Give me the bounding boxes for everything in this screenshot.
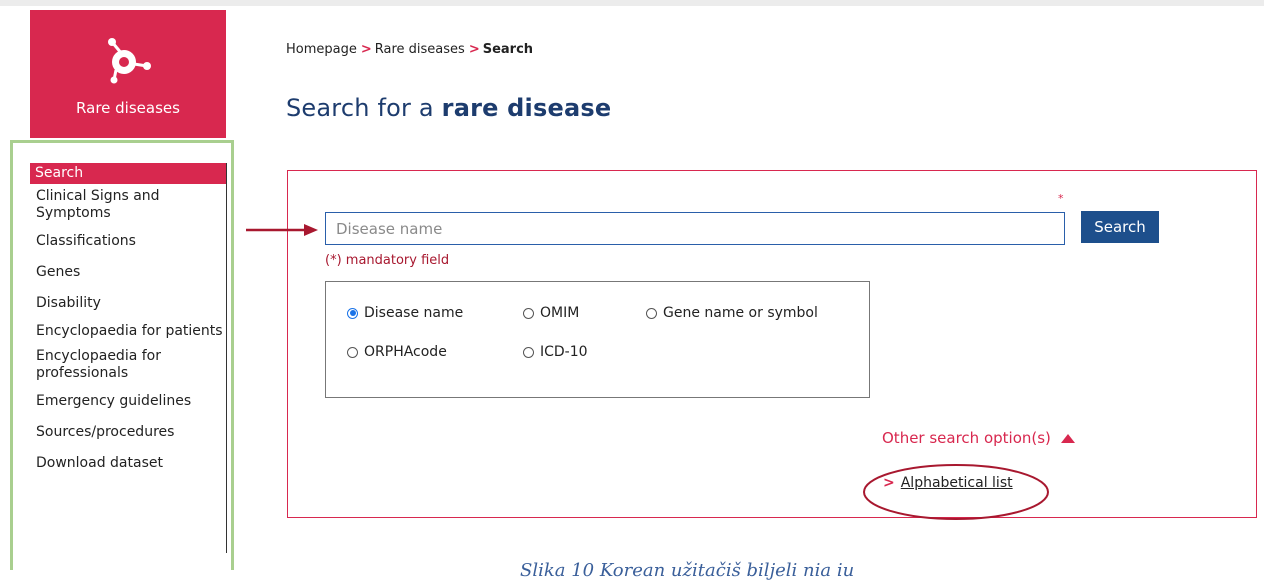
annotation-ellipse	[863, 464, 1049, 520]
sidebar-item-disability[interactable]: Disability	[30, 288, 226, 319]
rare-diseases-logo[interactable]: Rare diseases	[30, 10, 226, 138]
radio-icd10[interactable]: ICD-10	[523, 344, 588, 360]
radio-label: Disease name	[364, 305, 464, 321]
annotation-arrow-icon	[246, 224, 318, 236]
mandatory-field-note: (*) mandatory field	[325, 253, 450, 268]
search-type-options	[325, 281, 870, 398]
breadcrumb-current: Search	[482, 42, 534, 57]
sidebar-item-emergency-guidelines[interactable]: Emergency guidelines	[30, 386, 226, 417]
radio-disease-name[interactable]: Disease name	[347, 305, 463, 321]
radio-gene-name[interactable]: Gene name or symbol	[646, 305, 818, 321]
radio-omim[interactable]: OMIM	[523, 305, 579, 321]
other-search-options-label: Other search option(s)	[882, 429, 1051, 447]
chevron-right-icon: >	[883, 475, 895, 491]
radio-selected-icon	[347, 307, 358, 319]
required-marker: *	[1058, 192, 1064, 205]
logo-label: Rare diseases	[76, 99, 180, 117]
breadcrumb-rare-diseases[interactable]: Rare diseases	[375, 42, 465, 57]
sidebar-item-classifications[interactable]: Classifications	[30, 226, 226, 257]
sidebar-item-clinical-signs[interactable]: Clinical Signs and Symptoms	[30, 184, 226, 226]
radio-label: ICD-10	[540, 344, 588, 360]
radio-label: Gene name or symbol	[663, 305, 818, 321]
breadcrumb-separator: >	[360, 42, 372, 57]
triangle-up-icon	[1060, 433, 1075, 443]
sidebar-item-genes[interactable]: Genes	[30, 257, 226, 288]
radio-unselected-icon	[347, 346, 358, 358]
breadcrumb-home[interactable]: Homepage	[286, 42, 357, 57]
sidebar-item-search[interactable]: Search	[30, 163, 226, 184]
radio-label: ORPHAcode	[364, 344, 447, 360]
alphabetical-list-label: Alphabetical list	[900, 475, 1013, 491]
page-title-emphasis: rare disease	[441, 94, 612, 122]
breadcrumb: Homepage > Rare diseases > Search	[286, 42, 533, 57]
figure-caption: Slika 10 Korean užitačiš biljeli nia iu	[520, 560, 855, 581]
sidebar-item-sources-procedures[interactable]: Sources/procedures	[30, 417, 226, 448]
alphabetical-list-link[interactable]: > Alphabetical list	[883, 475, 1013, 491]
sidebar-item-download-dataset[interactable]: Download dataset	[30, 448, 226, 479]
molecule-icon	[108, 38, 151, 84]
top-divider	[0, 0, 1264, 6]
sidebar-item-encyclopaedia-patients[interactable]: Encyclopaedia for patients	[30, 319, 226, 344]
radio-unselected-icon	[523, 307, 534, 319]
radio-unselected-icon	[646, 307, 657, 319]
sidebar-nav: Search Clinical Signs and Symptoms Class…	[30, 163, 227, 553]
sidebar-item-encyclopaedia-professionals[interactable]: Encyclopaedia for professionals	[30, 344, 226, 386]
breadcrumb-separator: >	[468, 42, 480, 57]
page-title: Search for a rare disease	[286, 94, 611, 122]
radio-label: OMIM	[540, 305, 580, 321]
search-button[interactable]: Search	[1081, 211, 1159, 243]
page-title-prefix: Search for a	[286, 94, 434, 122]
disease-search-input[interactable]	[325, 212, 1065, 245]
radio-unselected-icon	[523, 346, 534, 358]
radio-orphacode[interactable]: ORPHAcode	[347, 344, 447, 360]
other-search-options-toggle[interactable]: Other search option(s)	[882, 429, 1075, 447]
